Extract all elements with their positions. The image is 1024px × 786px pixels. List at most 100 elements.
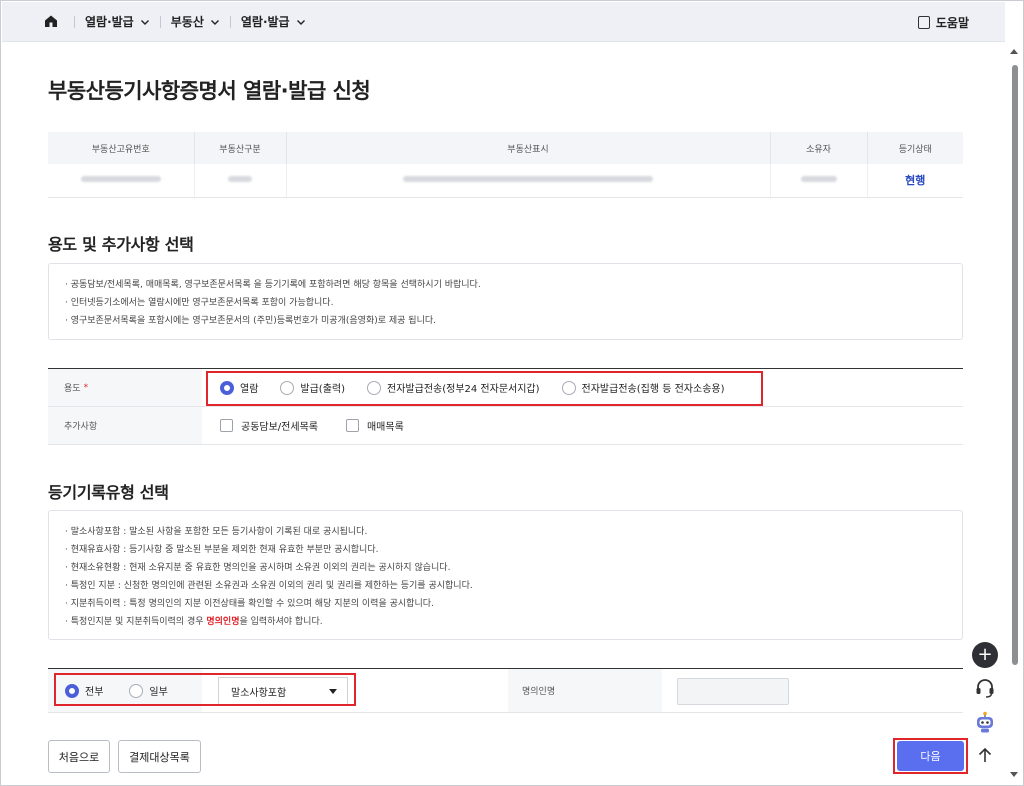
status-cell: 현행 [867,164,963,198]
radio-label: 전자발급전송(정부24 전자문서지갑) [387,384,540,395]
section-title-record-type: 등기기록유형 선택 [48,483,169,502]
browser-window: 열람·발급 부동산 열람·발급 도움말 부동산등기사항증명서 열람·발급 신청 … [0,0,1024,786]
column-header: 등기상태 [867,132,963,164]
notice-line: · 현재소유현황 : 현재 소유지분 중 유효한 명의인을 공시하며 소유권 이… [65,563,451,573]
scroll-up-arrow-icon[interactable] [1010,49,1018,54]
notice-emphasis: 명의인명 [206,617,240,627]
notice-line: · 특정인 지분 : 신청한 명의인에 관련된 소유권과 소유권 이외의 권리 … [65,581,473,591]
select-value: 말소사항포함 [231,687,287,699]
chatbot-robot-icon[interactable] [972,709,998,735]
usage-label: 용도 * [48,369,202,406]
radio-all[interactable]: 전부 [65,683,103,698]
radio-e-issue-gov24[interactable]: 전자발급전송(정부24 전자문서지갑) [367,380,540,395]
usage-form: 용도 * 열람 발급(출력) 전자발급전송(정부24 전자문서지갑) 전자발급전… [48,368,963,445]
checkbox-label: 공동담보/전세목록 [241,422,318,433]
top-nav-bar: 열람·발급 부동산 열람·발급 도움말 [2,2,1005,42]
notice-line: · 지분취득이력 : 특정 명의인의 지분 이전상태를 확인할 수 있으며 해당… [65,599,434,609]
radio-unselected-icon[interactable] [561,380,576,395]
nav-item-view-issue-sub[interactable]: 열람·발급 [241,13,306,30]
property-table: 부동산고유번호 부동산구분 부동산표시 소유자 등기상태 현행 [48,132,963,198]
column-header: 부동산구분 [194,132,287,164]
checkbox-icon[interactable] [345,419,359,432]
redacted-cell [286,164,771,198]
radio-partial[interactable]: 일부 [129,683,168,698]
checkbox-label: 매매목록 [366,422,404,433]
payment-list-button[interactable]: 결제대상목록 [118,740,201,773]
redacted-cell [48,164,195,198]
redacted-cell [194,164,287,198]
radio-label: 전자발급전송(집행 등 전자소송용) [581,384,725,395]
scope-options: 전부 일부 [48,669,202,712]
nav-item-view-issue[interactable]: 열람·발급 [85,13,150,30]
first-button[interactable]: 처음으로 [48,740,110,773]
radio-unselected-icon[interactable] [280,380,295,395]
notice-text: 을 입력하셔야 합니다. [239,617,323,627]
table-header-row: 부동산고유번호 부동산구분 부동산표시 소유자 등기상태 [48,132,963,164]
record-notice-box: · 말소사항포함 : 말소된 사항을 포함한 모든 등기사항이 기록된 대로 공… [48,510,963,640]
nav-item-label: 열람·발급 [240,15,290,29]
status-link[interactable]: 현행 [905,174,925,187]
checkbox-joint-collateral[interactable]: 공동담보/전세목록 [220,418,318,433]
usage-label-text: 용도 [64,384,81,394]
chevron-down-icon [140,19,149,25]
column-header: 부동산표시 [286,132,771,164]
radio-issue-print[interactable]: 발급(출력) [280,380,345,395]
help-book-icon [917,16,930,29]
notice-line: · 영구보존문서목록을 포함시에는 영구보존문서의 (주민)등록번호가 미공개(… [65,316,436,326]
radio-selected-icon[interactable] [220,380,234,395]
notice-line: · 현재유효사항 : 등기사항 중 말소된 부분을 제외한 현재 유효한 부분만… [65,545,379,555]
name-input[interactable] [677,678,789,705]
checkbox-icon[interactable] [220,419,233,432]
notice-line: · 말소사항포함 : 말소된 사항을 포함한 모든 등기사항이 기록된 대로 공… [65,527,368,537]
chevron-down-icon [210,19,219,25]
radio-selected-icon[interactable] [65,683,79,698]
radio-label: 전부 [85,687,104,698]
notice-text: · 특정인지분 및 지분취득이력의 경우 [65,617,207,627]
help-label: 도움말 [935,16,969,30]
record-type-select[interactable]: 말소사항포함 [218,677,348,705]
name-label: 명의인명 [508,669,662,712]
table-row: 현행 [48,164,963,198]
checkbox-sale-list[interactable]: 매매목록 [345,418,404,433]
radio-label: 일부 [149,687,168,698]
scroll-down-arrow-icon[interactable] [1010,772,1018,777]
extra-options: 공동담보/전세목록 매매목록 [202,407,963,444]
notice-line: · 특정인지분 및 지분취득이력의 경우 명의인명을 입력하셔야 합니다. [65,613,946,631]
page-title: 부동산등기사항증명서 열람·발급 신청 [48,79,371,103]
column-header: 소유자 [770,132,868,164]
nav-item-real-estate[interactable]: 부동산 [171,13,220,30]
required-mark: * [83,382,89,393]
nav-separator [74,15,75,28]
radio-unselected-icon[interactable] [129,683,144,698]
nav-separator [229,15,231,28]
radio-view[interactable]: 열람 [220,380,258,395]
nav-item-label: 부동산 [170,15,204,29]
notice-line: · 공동담보/전세목록, 매매목록, 영구보존문서목록 을 등기기록에 포함하려… [65,280,481,290]
usage-notice-box: · 공동담보/전세목록, 매매목록, 영구보존문서목록 을 등기기록에 포함하려… [48,263,963,340]
radio-e-issue-litigation[interactable]: 전자발급전송(집행 등 전자소송용) [561,380,725,395]
plus-icon[interactable]: + [972,642,998,668]
nav-separator [159,15,161,28]
home-icon[interactable] [44,14,58,28]
nav-item-label: 열람·발급 [85,15,134,29]
usage-options: 열람 발급(출력) 전자발급전송(정부24 전자문서지갑) 전자발급전송(집행 … [202,369,963,406]
record-type-form: 전부 일부 말소사항포함 명의인명 [48,668,963,713]
notice-line: · 인터넷등기소에서는 열람시에만 영구보존문서목록 포함이 가능합니다. [65,298,334,308]
extra-label: 추가사항 [48,407,202,444]
scroll-top-arrow-icon[interactable] [972,742,998,768]
radio-label: 열람 [240,384,259,395]
headset-icon[interactable] [972,675,998,701]
help-link[interactable]: 도움말 [917,14,969,31]
caret-down-icon [329,689,337,694]
extra-row: 추가사항 공동담보/전세목록 매매목록 [48,407,963,445]
radio-label: 발급(출력) [300,384,346,395]
scrollbar-thumb[interactable] [1012,65,1018,665]
next-button[interactable]: 다음 [897,741,964,771]
radio-unselected-icon[interactable] [367,380,382,395]
usage-row: 용도 * 열람 발급(출력) 전자발급전송(정부24 전자문서지갑) 전자발급전… [48,369,963,407]
redacted-cell [770,164,868,198]
chevron-down-icon [296,19,305,25]
column-header: 부동산고유번호 [48,132,195,164]
section-title-usage: 용도 및 추가사항 선택 [48,235,194,254]
vertical-scrollbar[interactable] [1006,43,1023,785]
